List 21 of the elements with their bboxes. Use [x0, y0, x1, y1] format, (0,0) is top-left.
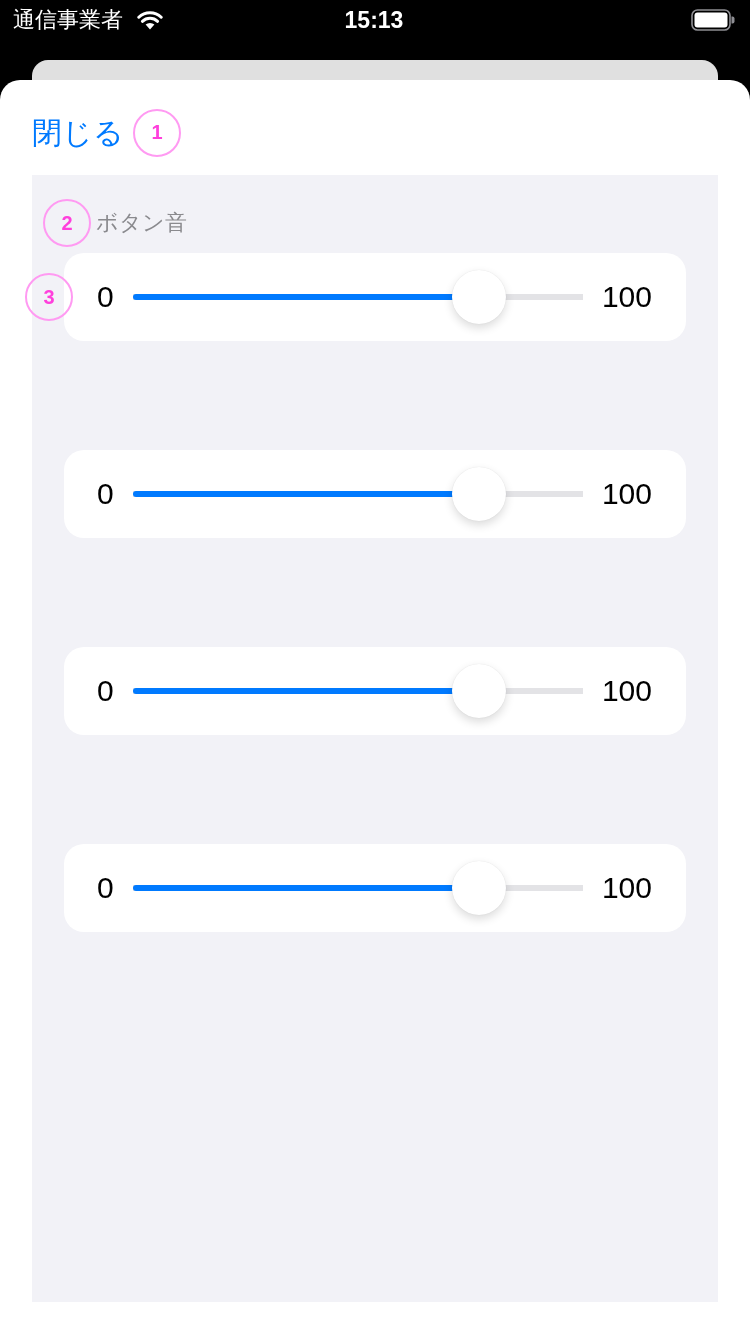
slider-thumb[interactable]	[452, 861, 507, 915]
slider-thumb[interactable]	[452, 467, 507, 521]
slider-min-label: 0	[97, 477, 114, 511]
slider-max-label: 100	[601, 871, 652, 905]
slider-thumb[interactable]	[452, 270, 507, 324]
annotation-marker: 1	[133, 108, 181, 157]
section-label: ボタン音	[96, 209, 187, 237]
slider-max-label: 100	[601, 674, 652, 708]
slider-max-label: 100	[601, 280, 652, 314]
slider-thumb[interactable]	[452, 664, 507, 718]
carrier-name: 通信事業者	[13, 6, 123, 34]
close-button[interactable]: 閉じる	[32, 114, 124, 151]
wifi-icon	[137, 10, 163, 30]
clock-time: 15:13	[344, 6, 404, 34]
battery-icon	[691, 9, 735, 31]
annotation-marker: 2	[43, 199, 91, 247]
annotation-marker: 3	[25, 273, 73, 321]
slider-min-label: 0	[97, 871, 114, 905]
slider-min-label: 0	[97, 280, 114, 314]
slider-min-label: 0	[97, 674, 114, 708]
slider-max-label: 100	[601, 477, 652, 511]
